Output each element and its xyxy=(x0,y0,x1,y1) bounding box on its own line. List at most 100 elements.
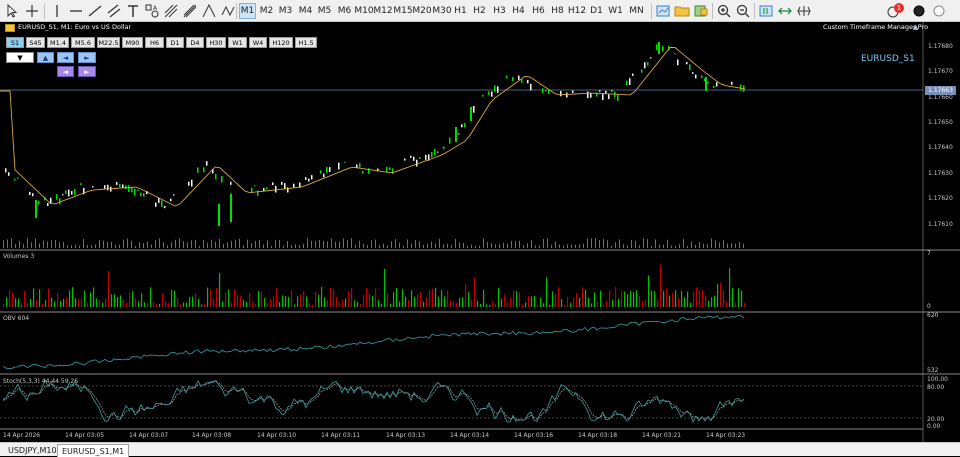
timeframe-m5[interactable]: M5 xyxy=(316,3,333,19)
chart-type-icon[interactable] xyxy=(654,2,672,20)
custom-tf-h30[interactable]: H30 xyxy=(206,37,226,48)
pitchfork-icon[interactable] xyxy=(181,2,199,20)
chart-canvas[interactable] xyxy=(0,22,960,442)
scroll-down-button[interactable]: ▼ xyxy=(6,52,34,63)
custom-tf-d4[interactable]: D4 xyxy=(186,37,204,48)
candle xyxy=(107,184,109,191)
custom-tf-m1-4[interactable]: M1.4 xyxy=(47,37,69,48)
timeframe-d1[interactable]: D1 xyxy=(588,3,605,19)
price-label: 1.17610 xyxy=(928,221,953,228)
timeframe-m20[interactable]: M20 xyxy=(412,3,431,19)
vertical-line-icon[interactable] xyxy=(48,2,66,20)
scroll-up-button[interactable]: ▲ xyxy=(37,52,54,63)
timeframe-m3[interactable]: M3 xyxy=(277,3,294,19)
candle xyxy=(266,187,268,190)
zoom-out-icon[interactable] xyxy=(734,2,752,20)
timeframe-m4[interactable]: M4 xyxy=(297,3,314,19)
cursor-icon[interactable] xyxy=(3,2,21,20)
price-label: 1.17620 xyxy=(928,195,953,202)
volume-bar xyxy=(678,297,680,307)
dark-mode-icon[interactable] xyxy=(910,2,928,20)
custom-tf-s1[interactable]: S1 xyxy=(6,37,24,48)
scroll-left-button[interactable]: ◄ xyxy=(57,52,74,63)
candle xyxy=(62,194,64,196)
timeframe-m1[interactable]: M1 xyxy=(239,3,256,19)
zoom-in-icon[interactable] xyxy=(715,2,733,20)
candle xyxy=(140,192,142,197)
fibonacci-icon[interactable] xyxy=(162,2,180,20)
custom-tf-m22-5[interactable]: M22.5 xyxy=(97,37,120,48)
candle xyxy=(629,78,631,86)
custom-tf-d1[interactable]: D1 xyxy=(166,37,184,48)
timeframe-m6[interactable]: M6 xyxy=(336,3,353,19)
custom-tf-h120[interactable]: H120 xyxy=(269,37,293,48)
main-volume-bar xyxy=(475,245,476,248)
timeframe-h12[interactable]: H12 xyxy=(568,3,586,19)
templates-icon[interactable] xyxy=(692,2,710,20)
candle xyxy=(599,90,601,92)
timeframe-m15[interactable]: M15 xyxy=(393,3,412,19)
timeframe-m10[interactable]: M10 xyxy=(354,3,373,19)
candle xyxy=(134,188,136,196)
candle xyxy=(284,183,286,190)
candle xyxy=(713,85,715,88)
main-volume-bar xyxy=(351,238,352,248)
scroll-right-button[interactable]: ► xyxy=(78,52,96,63)
volume-bar xyxy=(513,290,515,307)
text-tool-icon[interactable] xyxy=(124,2,142,20)
volume-bar xyxy=(210,289,212,307)
light-mode-icon[interactable] xyxy=(930,2,948,20)
volume-bar xyxy=(207,287,209,307)
volumes-scale-top: 7 xyxy=(927,250,931,257)
tab-eurusd[interactable]: EURUSD_S1,M1 xyxy=(57,444,130,457)
shapes-icon[interactable]: A xyxy=(143,2,161,20)
timeframe-h4[interactable]: H4 xyxy=(510,3,527,19)
volume-bar xyxy=(132,290,134,307)
custom-tf-m5-6[interactable]: M5.6 xyxy=(71,37,95,48)
autoscroll-icon[interactable] xyxy=(776,2,794,20)
trendline-icon[interactable] xyxy=(86,2,104,20)
timeframe-h6[interactable]: H6 xyxy=(530,3,547,19)
timeframe-w1[interactable]: W1 xyxy=(607,3,624,19)
custom-tf-h6[interactable]: H6 xyxy=(145,37,164,48)
custom-tf-w1[interactable]: W1 xyxy=(228,37,247,48)
timeframe-h2[interactable]: H2 xyxy=(471,3,488,19)
main-volume-bar xyxy=(339,241,340,248)
volume-bar xyxy=(591,303,593,307)
volume-bar xyxy=(39,289,41,307)
chart-shift-icon[interactable] xyxy=(757,2,775,20)
volume-bar xyxy=(219,272,221,307)
wave-icon[interactable] xyxy=(219,2,237,20)
folder-icon[interactable] xyxy=(673,2,691,20)
volume-bar xyxy=(522,304,524,307)
timeframe-mn[interactable]: MN xyxy=(627,3,646,19)
tab-usdjpy[interactable]: USDJPY,M10 xyxy=(4,444,61,457)
gann-icon[interactable] xyxy=(200,2,218,20)
timeframe-m30[interactable]: M30 xyxy=(432,3,451,19)
custom-tf-m90[interactable]: M90 xyxy=(122,37,143,48)
horizontal-line-icon[interactable] xyxy=(67,2,85,20)
candle xyxy=(320,170,322,174)
timeframe-h3[interactable]: H3 xyxy=(491,3,508,19)
candle xyxy=(641,69,643,73)
crosshair-icon[interactable] xyxy=(23,2,41,20)
grid-icon[interactable] xyxy=(795,2,813,20)
volume-bar xyxy=(165,301,167,307)
tf-prev-button[interactable]: ◄ xyxy=(57,66,74,77)
volume-bar xyxy=(696,287,698,307)
time-label: 14 Apr 03:18 xyxy=(578,432,618,439)
candle xyxy=(119,183,121,188)
custom-tf-h1-5[interactable]: H1.5 xyxy=(295,37,317,48)
timeframe-h1[interactable]: H1 xyxy=(452,3,469,19)
tf-next-button[interactable]: ► xyxy=(78,66,96,77)
channel-icon[interactable] xyxy=(105,2,123,20)
volume-bar xyxy=(555,294,557,307)
volume-bar xyxy=(330,287,332,307)
custom-tf-w4[interactable]: W4 xyxy=(249,37,267,48)
timeframe-m12[interactable]: M12 xyxy=(373,3,392,19)
custom-tf-s45[interactable]: S45 xyxy=(26,37,45,48)
timeframe-m2[interactable]: M2 xyxy=(258,3,275,19)
main-volume-bar xyxy=(115,244,116,248)
timeframe-h8[interactable]: H8 xyxy=(549,3,566,19)
chart-window[interactable]: EURUSD_S1, M1: Euro vs US Dollar Custom … xyxy=(0,22,960,442)
